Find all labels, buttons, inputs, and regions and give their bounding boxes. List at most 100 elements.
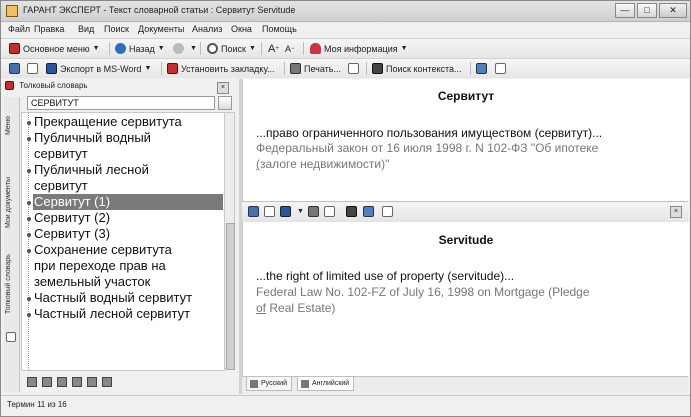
article-text-ru: ...право ограниченного пользования имуще…	[256, 126, 603, 140]
font-increase-button[interactable]: A +	[268, 41, 279, 56]
copy-button[interactable]	[495, 61, 509, 76]
search-button[interactable]: Поиск ▼	[207, 41, 256, 56]
law-reference-link-en-2[interactable]: of Real Estate)	[256, 301, 335, 315]
print-label: Печать...	[304, 63, 341, 74]
chevron-down-icon: ▼	[248, 45, 256, 52]
term-search-input[interactable]: СЕРВИТУТ	[27, 96, 215, 110]
term-item[interactable]: Частный водный сервитут	[34, 290, 222, 306]
save-icon	[248, 206, 259, 217]
close-panel-button[interactable]: ×	[217, 82, 229, 94]
menu-windows[interactable]: Окна	[231, 24, 252, 34]
print-button[interactable]	[308, 204, 322, 219]
font-decrease-button[interactable]: A −	[285, 41, 295, 56]
term-item[interactable]: Публичный лесной	[34, 162, 222, 178]
law-reference-link-ru[interactable]: Федеральный закон от 16 июля 1998 г. N 1…	[256, 141, 598, 155]
term-item[interactable]: Сервитут (3)	[34, 226, 222, 242]
book-icon	[250, 380, 258, 388]
book-icon[interactable]	[42, 377, 52, 387]
tab-english-label: Английский	[312, 380, 350, 387]
export-word-button[interactable]: ▼	[280, 204, 304, 219]
main-menu-button[interactable]: Основное меню ▼	[9, 41, 100, 56]
sync-button[interactable]	[363, 204, 377, 219]
term-search-button[interactable]	[218, 96, 232, 110]
chevron-down-icon: ▼	[400, 45, 408, 52]
minimize-button[interactable]: —	[615, 3, 635, 18]
book-icon[interactable]	[57, 377, 67, 387]
law-reference-link-en[interactable]: Federal Law No. 102-FZ of July 16, 1998 …	[256, 285, 590, 299]
save-icon	[9, 63, 20, 74]
article-text-en: ...the right of limited use of property …	[256, 269, 515, 283]
my-info-label: Моя информация	[324, 43, 398, 54]
back-arrow-icon	[115, 43, 126, 54]
menu-help[interactable]: Помощь	[262, 24, 297, 34]
tab-english[interactable]: Английский	[297, 377, 355, 391]
term-item[interactable]: при переходе прав на	[34, 258, 222, 274]
save-button[interactable]	[9, 61, 23, 76]
back-button[interactable]: Назад ▼	[115, 41, 165, 56]
term-item[interactable]: Сохранение сервитута	[34, 242, 222, 258]
vertical-tabs: Меню Мои документы Толковый словарь	[4, 97, 20, 392]
view-button[interactable]	[264, 204, 278, 219]
forward-button[interactable]: ▼	[173, 41, 197, 56]
bullet-icon	[27, 201, 31, 205]
context-search-button[interactable]	[346, 204, 360, 219]
forward-arrow-icon	[173, 43, 184, 54]
tab-menu[interactable]: Меню	[5, 111, 18, 141]
chevron-down-icon: ▼	[157, 45, 165, 52]
book-icon[interactable]	[87, 377, 97, 387]
binoculars-icon	[372, 63, 383, 74]
print-preview-icon	[348, 63, 359, 74]
scrollbar-thumb[interactable]	[226, 223, 235, 370]
term-item[interactable]: Публичный водный	[34, 130, 222, 146]
term-item[interactable]: земельный участок	[34, 274, 222, 290]
copy-icon	[495, 63, 506, 74]
book-icon[interactable]	[27, 377, 37, 387]
term-item[interactable]: сервитут	[34, 146, 222, 162]
context-search-button[interactable]: Поиск контекста...	[372, 61, 462, 76]
menu-file[interactable]: Файл	[8, 24, 30, 34]
sync-button[interactable]	[476, 61, 490, 76]
close-button[interactable]: ✕	[659, 3, 687, 18]
law-reference-end-en: Real Estate)	[266, 301, 336, 315]
term-item[interactable]: сервитут	[34, 178, 222, 194]
tab-my-documents[interactable]: Мои документы	[5, 167, 18, 237]
term-list-scrollbar[interactable]	[224, 112, 235, 370]
tab-dictionary[interactable]: Толковый словарь	[5, 247, 18, 322]
menu-documents[interactable]: Документы	[138, 24, 184, 34]
term-item[interactable]: Прекращение сервитута	[34, 114, 222, 130]
tab-russian[interactable]: Русский	[246, 377, 292, 391]
book-icon	[301, 380, 309, 388]
menu-analysis[interactable]: Анализ	[192, 24, 222, 34]
menu-edit[interactable]: Правка	[34, 24, 64, 34]
menu-search[interactable]: Поиск	[104, 24, 129, 34]
print-preview-button[interactable]	[348, 61, 362, 76]
article-title-en: Servitude	[438, 233, 494, 247]
print-preview-button[interactable]	[324, 204, 338, 219]
export-word-button[interactable]: Экспорт в MS-Word ▼	[46, 61, 151, 76]
print-button[interactable]: Печать...	[290, 61, 341, 76]
document-toolbar: Экспорт в MS-Word ▼ Установить закладку.…	[1, 58, 690, 78]
main-menu-label: Основное меню	[23, 43, 90, 54]
save-button[interactable]	[248, 204, 262, 219]
law-reference-link-ru-2[interactable]: (залоге недвижимости)"	[256, 157, 389, 171]
tree-line	[28, 113, 29, 370]
copy-button[interactable]	[382, 204, 396, 219]
panel-icon[interactable]	[6, 332, 16, 342]
menu-view[interactable]: Вид	[78, 24, 94, 34]
my-info-button[interactable]: Моя информация ▼	[310, 41, 408, 56]
binoculars-icon	[346, 206, 357, 217]
language-tabs: Русский Английский	[242, 376, 688, 393]
book-icon[interactable]	[102, 377, 112, 387]
maximize-button[interactable]: □	[637, 3, 657, 18]
term-list[interactable]: Прекращение сервитута Публичный водный с…	[21, 112, 225, 371]
term-item-selected[interactable]: Сервитут (1)	[33, 194, 223, 210]
set-bookmark-button[interactable]: Установить закладку...	[167, 61, 275, 76]
view-button[interactable]	[27, 61, 41, 76]
search-label: Поиск	[221, 43, 246, 54]
term-item[interactable]: Сервитут (2)	[34, 210, 222, 226]
book-icon[interactable]	[72, 377, 82, 387]
term-item[interactable]: Частный лесной сервитут	[34, 306, 222, 322]
chevron-down-icon: ▼	[297, 208, 304, 215]
close-translation-button[interactable]: ×	[670, 206, 682, 218]
app-icon	[6, 5, 18, 17]
